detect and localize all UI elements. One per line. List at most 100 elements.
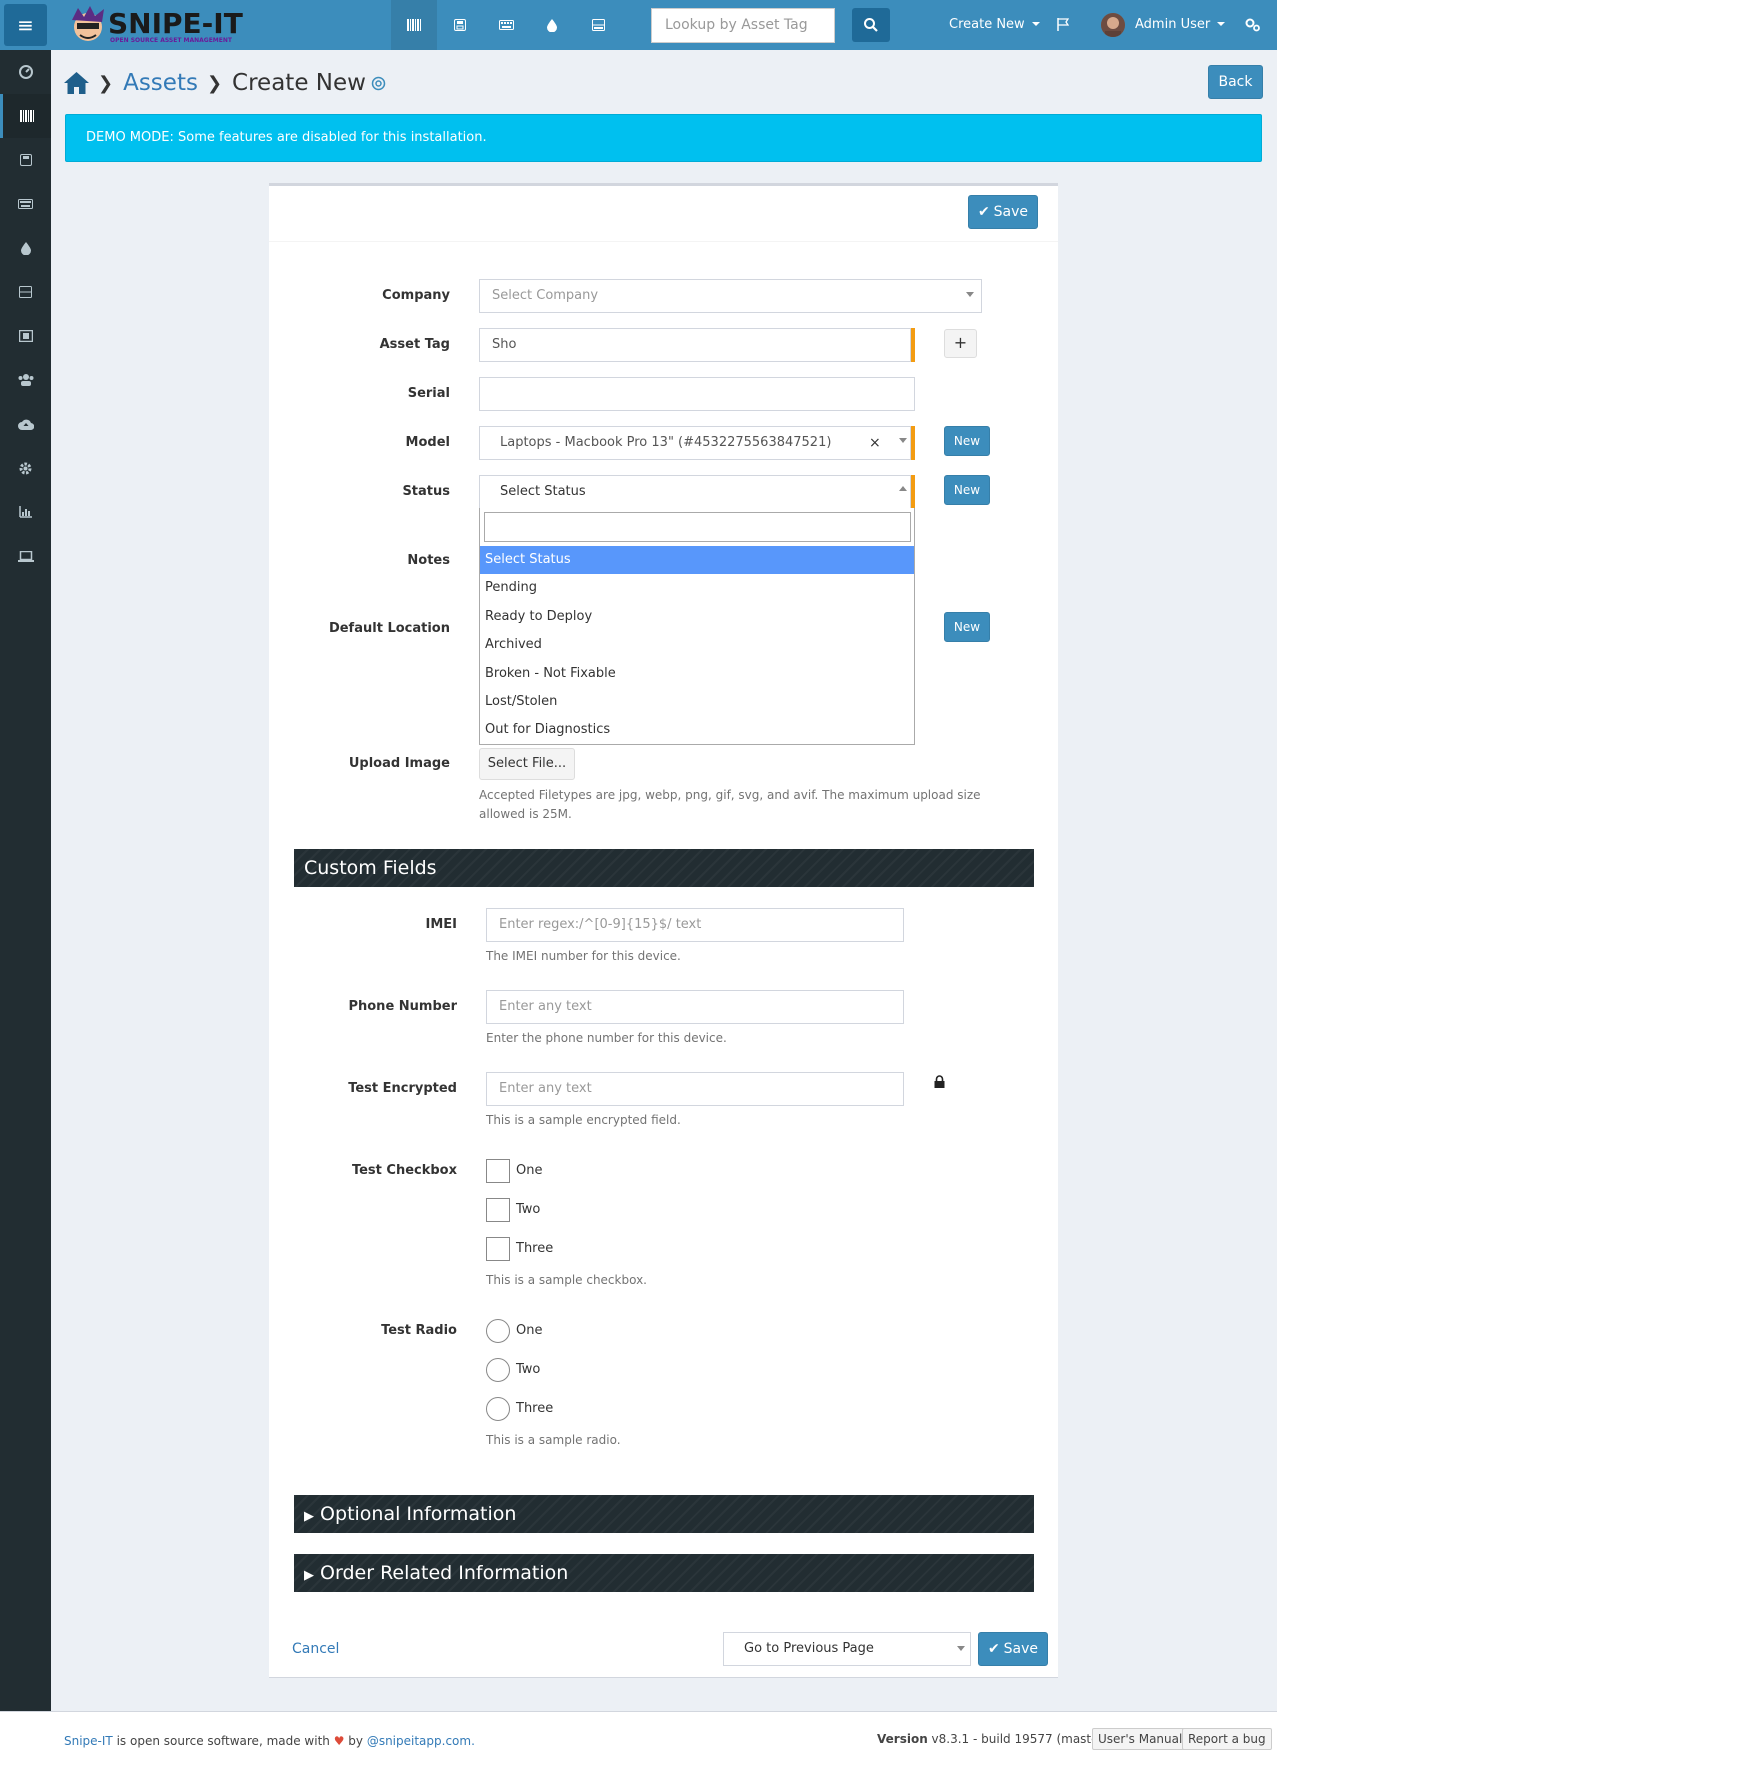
version-info: Version v8.3.1 - build 19577 (master) (877, 1732, 1108, 1746)
status-option[interactable]: Broken - Not Fixable (480, 660, 914, 688)
checkbox-one[interactable] (486, 1159, 510, 1183)
order-information-title: Order Related Information (320, 1562, 569, 1584)
test-checkbox-label: Test Checkbox (351, 1163, 457, 1178)
test-checkbox-hint: This is a sample checkbox. (486, 1273, 647, 1287)
new-location-button[interactable]: New (944, 612, 990, 642)
imei-hint: The IMEI number for this device. (486, 949, 681, 963)
create-new-menu[interactable]: Create New (949, 0, 1040, 50)
clear-selection-icon[interactable]: × (869, 435, 881, 451)
status-option[interactable]: Lost/Stolen (480, 688, 914, 716)
nav-consumables-tint-icon[interactable] (529, 0, 575, 50)
nav-licenses-hdd-icon[interactable] (437, 0, 483, 50)
sidebar-toggle-icon[interactable]: ≡ (4, 4, 47, 46)
custom-fields-header: Custom Fields (294, 849, 1034, 887)
app-logo[interactable]: SNIPE-IT OPEN SOURCE ASSET MANAGEMENT (68, 4, 248, 46)
test-encrypted-input[interactable]: Enter any text (486, 1072, 904, 1106)
app-name: SNIPE-IT (108, 7, 243, 40)
add-asset-tag-button[interactable]: + (944, 329, 977, 358)
settings-icon (19, 462, 32, 474)
model-select[interactable]: Laptops - Macbook Pro 13" (#453227556384… (479, 426, 911, 460)
radio-two-label: Two (516, 1362, 541, 1377)
asset-tag-lookup-input[interactable]: Lookup by Asset Tag (651, 8, 835, 43)
app-shell: ≡ SNIPE-IT OPEN SOURCE ASSET MANAGEMENT (0, 0, 1277, 1711)
sidebar-item-settings[interactable] (0, 446, 51, 490)
imei-input[interactable]: Enter regex:/^[0-9]{15}$/ text (486, 908, 904, 942)
test-encrypted-hint: This is a sample encrypted field. (486, 1113, 681, 1127)
checkbox-two-label: Two (516, 1202, 541, 1217)
sidebar-item-accessories[interactable] (0, 182, 51, 226)
admin-settings-gears-icon[interactable] (1245, 0, 1261, 50)
checkbox-two[interactable] (486, 1198, 510, 1222)
chevron-down-icon (957, 1646, 965, 1651)
status-option[interactable]: Select Status (480, 546, 914, 574)
default-location-label: Default Location (328, 621, 450, 636)
save-button-bottom[interactable]: ✔ Save (978, 1632, 1048, 1666)
sidebar-item-reports[interactable] (0, 490, 51, 534)
redirect-select[interactable]: Go to Previous Page (723, 1632, 971, 1666)
keyboard-icon (18, 199, 33, 209)
checkbox-three[interactable] (486, 1237, 510, 1261)
breadcrumb-assets-link[interactable]: Assets (123, 70, 198, 96)
save-button-top[interactable]: ✔ Save (968, 195, 1038, 229)
new-status-button[interactable]: New (944, 475, 990, 505)
page-footer: Snipe-IT is open source software, made w… (0, 1711, 1277, 1768)
sidebar (0, 50, 51, 1711)
status-option[interactable]: Archived (480, 631, 914, 659)
nav-accessories-keyboard-icon[interactable] (483, 0, 529, 50)
snipeit-link[interactable]: Snipe-IT (64, 1734, 113, 1748)
select-file-button[interactable]: Select File... (479, 748, 575, 780)
sidebar-item-assets[interactable] (0, 94, 51, 138)
phone-number-input[interactable]: Enter any text (486, 990, 904, 1024)
sidebar-item-licenses[interactable] (0, 138, 51, 182)
upload-image-label: Upload Image (348, 756, 450, 771)
radio-one[interactable] (486, 1319, 510, 1343)
tint-icon (20, 241, 31, 255)
cancel-link[interactable]: Cancel (292, 1641, 339, 1657)
users-manual-link[interactable]: User's Manual (1092, 1728, 1189, 1750)
serial-label: Serial (407, 386, 450, 401)
asset-tag-input[interactable]: Sho (479, 328, 911, 362)
report-bug-link[interactable]: Report a bug (1182, 1728, 1272, 1750)
sidebar-item-import[interactable] (0, 402, 51, 446)
status-option[interactable]: Ready to Deploy (480, 603, 914, 631)
cloud-upload-icon (17, 419, 34, 430)
new-model-button[interactable]: New (944, 426, 990, 456)
help-circle-icon[interactable] (371, 76, 386, 91)
required-indicator (911, 475, 915, 509)
create-new-label: Create New (949, 17, 1025, 32)
sidebar-item-requestable[interactable] (0, 534, 51, 578)
footer-text: is open source software, made with (112, 1734, 334, 1748)
status-select[interactable]: Select Status (479, 475, 911, 509)
sidebar-item-dashboard[interactable] (0, 50, 51, 94)
chevron-down-icon (966, 292, 974, 297)
search-button[interactable] (852, 8, 890, 42)
user-menu[interactable]: Admin User (1135, 0, 1226, 50)
sidebar-item-components[interactable] (0, 270, 51, 314)
nav-components-server-icon[interactable] (575, 0, 621, 50)
author-link[interactable]: @snipeitapp.com. (367, 1734, 475, 1748)
radio-three[interactable] (486, 1397, 510, 1421)
status-option[interactable]: Out for Diagnostics (480, 716, 914, 744)
status-search-input[interactable] (484, 512, 911, 542)
user-name: Admin User (1135, 17, 1211, 32)
sidebar-item-consumables[interactable] (0, 226, 51, 270)
nav-assets-barcode-icon[interactable] (391, 0, 437, 50)
optional-information-toggle[interactable]: ▶ Optional Information (294, 1495, 1034, 1533)
form-header (269, 186, 1058, 242)
radio-two[interactable] (486, 1358, 510, 1382)
sidebar-item-kits[interactable] (0, 314, 51, 358)
logo-icon (72, 6, 104, 41)
home-icon[interactable] (64, 72, 89, 94)
company-select[interactable]: Select Company (479, 279, 982, 313)
serial-input[interactable] (479, 377, 915, 411)
order-information-toggle[interactable]: ▶ Order Related Information (294, 1554, 1034, 1592)
status-option[interactable]: Pending (480, 574, 914, 602)
radio-one-label: One (516, 1323, 543, 1338)
caret-right-icon: ▶ (304, 1509, 314, 1524)
sidebar-item-users[interactable] (0, 358, 51, 402)
phone-number-label: Phone Number (348, 999, 457, 1014)
flag-icon[interactable] (1057, 0, 1070, 50)
user-avatar[interactable] (1101, 13, 1125, 37)
check-icon: ✔ (987, 1641, 1000, 1657)
back-button[interactable]: Back (1208, 65, 1263, 99)
